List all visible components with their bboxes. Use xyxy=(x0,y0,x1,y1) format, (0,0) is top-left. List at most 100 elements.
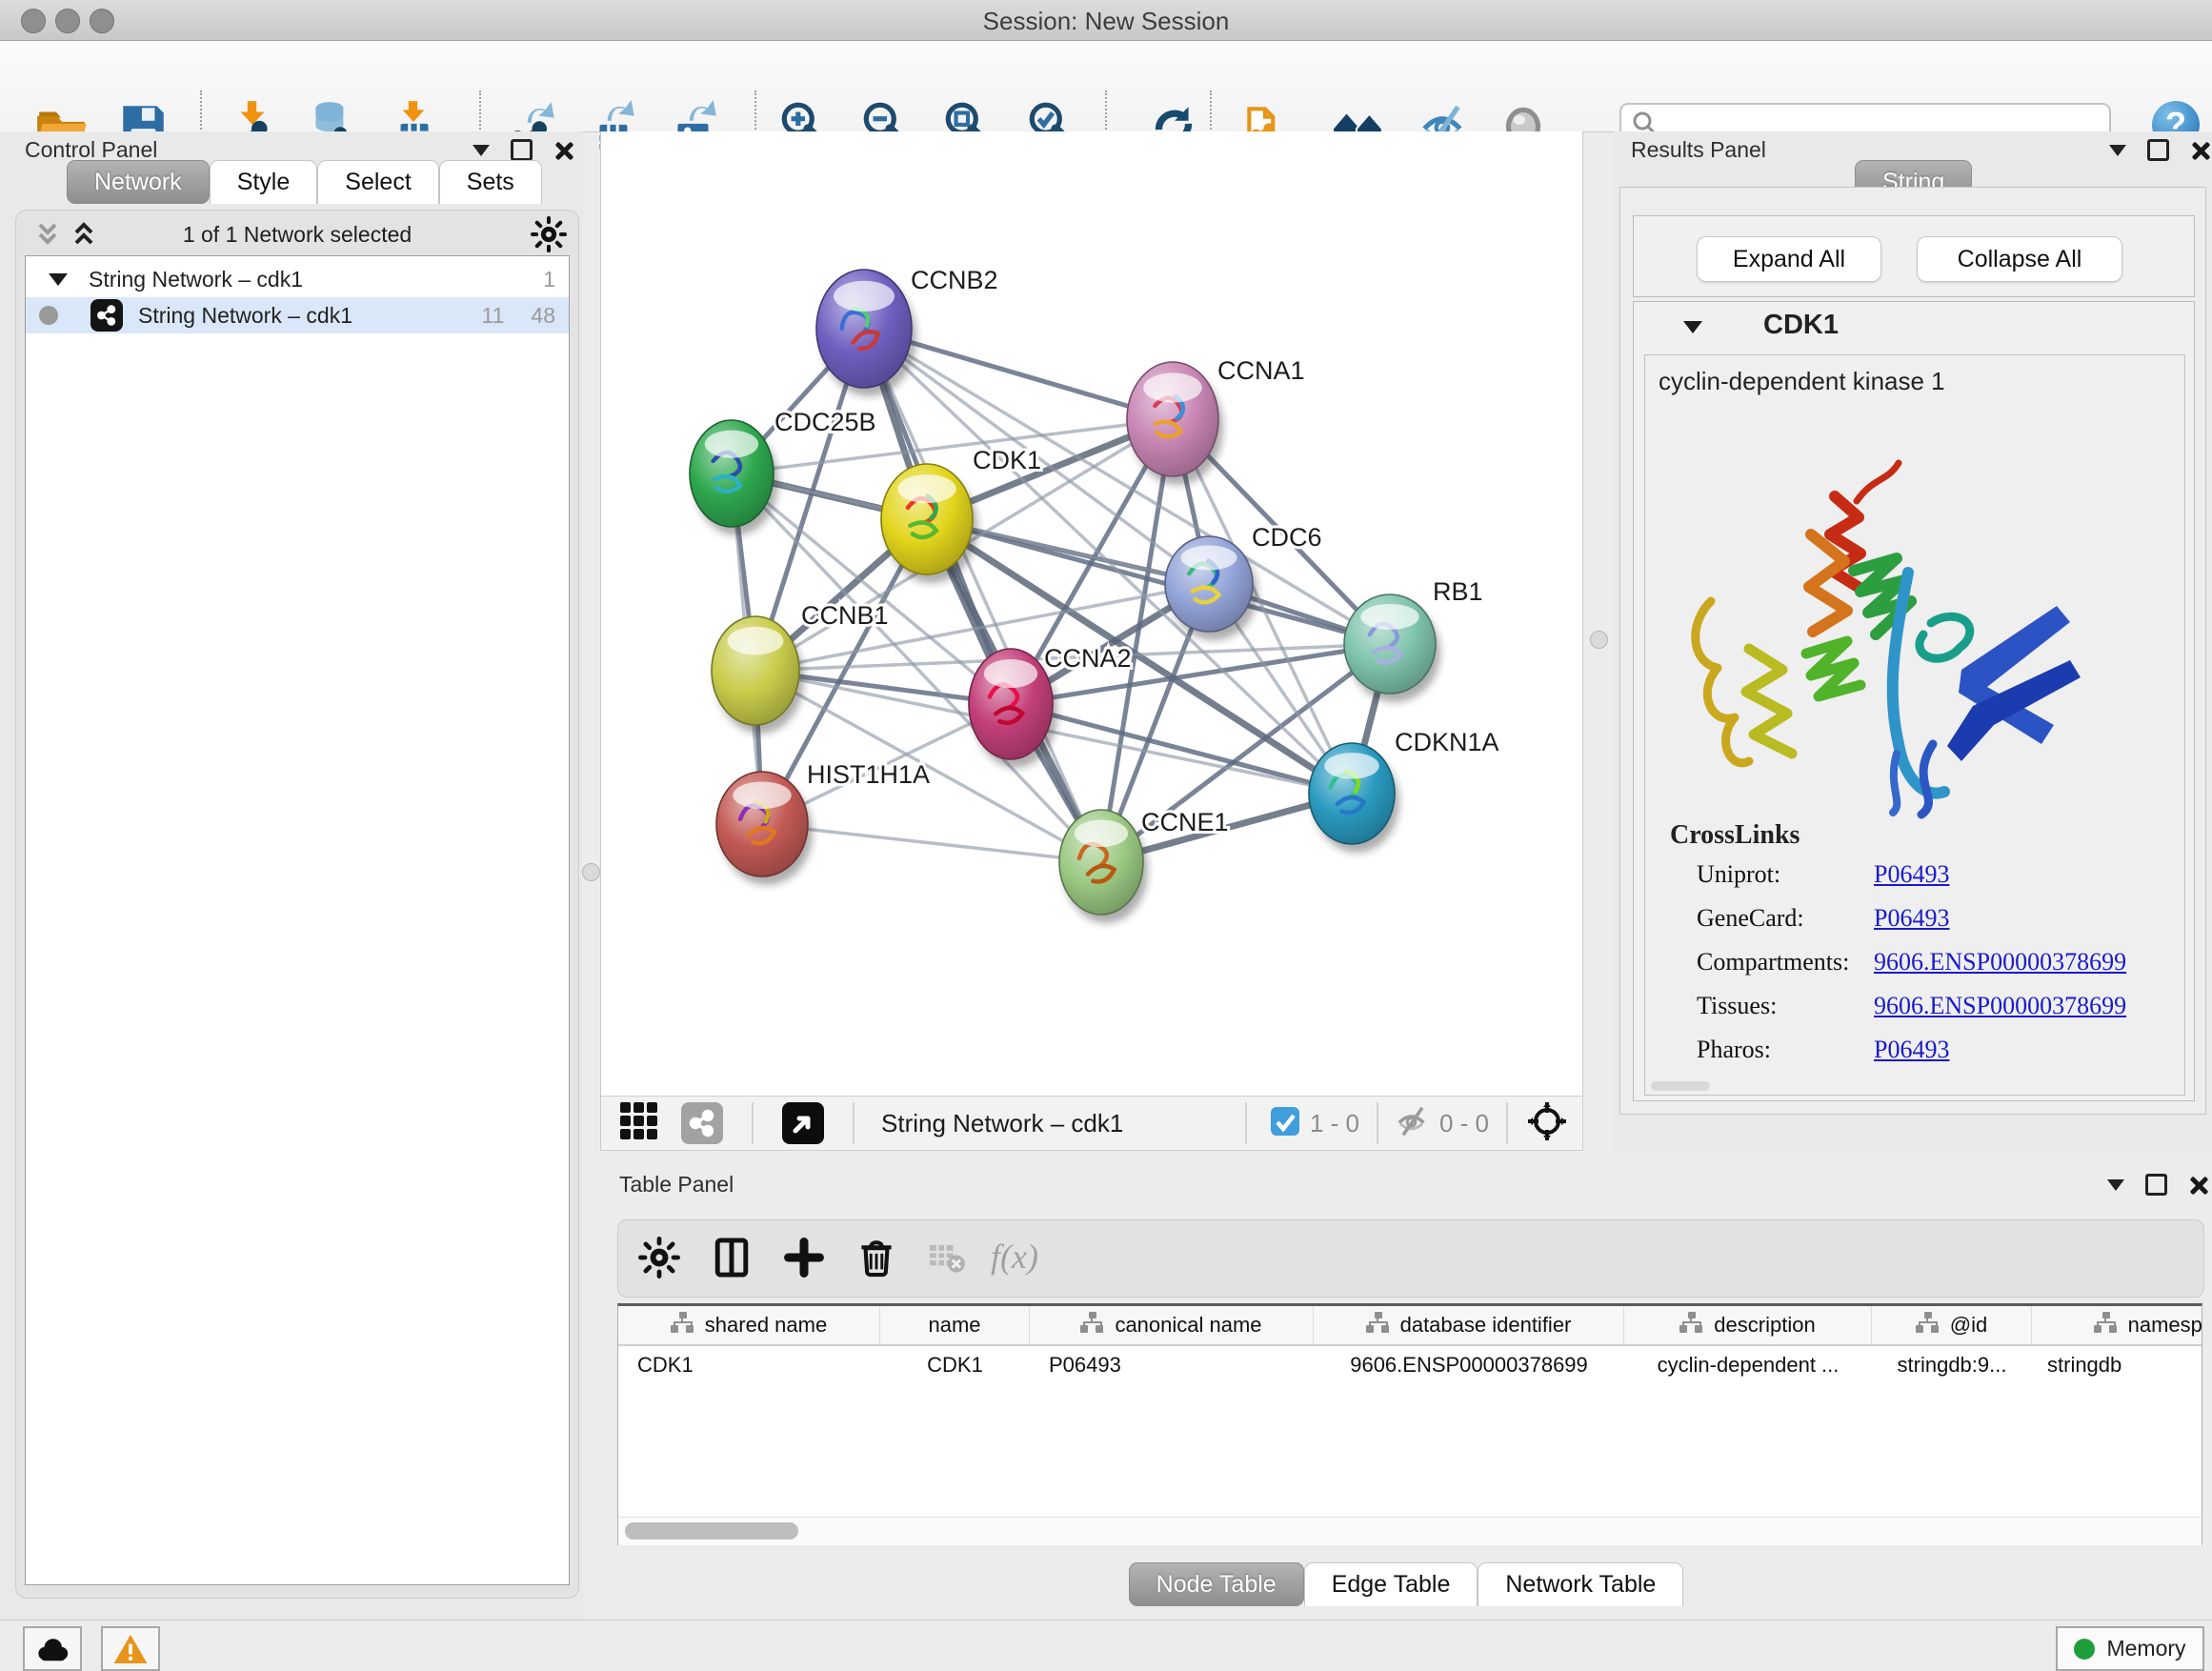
crosslinks-title: CrossLinks xyxy=(1670,820,1800,851)
results-scrollbar[interactable] xyxy=(1651,1081,1710,1091)
tab-select[interactable]: Select xyxy=(317,160,438,204)
delete-table-icon[interactable] xyxy=(918,1231,975,1284)
crosslink-value[interactable]: 9606.ENSP00000378699 xyxy=(1874,992,2126,1019)
table-cell[interactable]: P06493 xyxy=(1030,1346,1314,1384)
tab-network-table[interactable]: Network Table xyxy=(1478,1562,1683,1606)
table-cell[interactable]: stringdb:9... xyxy=(1872,1346,2032,1384)
tab-sets[interactable]: Sets xyxy=(439,160,542,204)
column-header-name[interactable]: name xyxy=(880,1306,1030,1344)
panel-collapse-icon[interactable] xyxy=(2107,1179,2124,1191)
crosslink-value[interactable]: P06493 xyxy=(1874,904,1949,932)
network-node-CCNB2[interactable] xyxy=(816,270,916,396)
crosslink-row: Pharos:P06493 xyxy=(1697,1036,1949,1064)
column-header-label: shared name xyxy=(705,1313,827,1338)
network-node-RB1[interactable] xyxy=(1344,594,1440,702)
panel-close-icon[interactable] xyxy=(2190,141,2209,160)
column-header--id[interactable]: @id xyxy=(1872,1306,2032,1344)
crosslink-value[interactable]: P06493 xyxy=(1874,860,1949,888)
network-node-HIST1H1A[interactable] xyxy=(716,772,813,885)
crosslink-row: Tissues:9606.ENSP00000378699 xyxy=(1697,992,2126,1020)
warning-button[interactable] xyxy=(101,1626,160,1671)
expand-all-button[interactable]: Expand All xyxy=(1697,236,1881,282)
column-header-description[interactable]: description xyxy=(1624,1306,1872,1344)
control-panel-title: Control Panel xyxy=(25,137,157,163)
network-tree-root-row[interactable]: String Network – cdk1 1 xyxy=(26,261,569,297)
node-label: CDC25B xyxy=(774,408,876,436)
network-view-canvas[interactable]: CCNB2CCNA1CDC25BCDK1CDC6RB1CCNB1CCNA2CDK… xyxy=(600,131,1583,1096)
node-count: 11 xyxy=(482,303,505,329)
network-node-CDK1[interactable] xyxy=(881,464,977,583)
table-row[interactable]: CDK1CDK1P064939606.ENSP00000378699cyclin… xyxy=(618,1346,2202,1384)
network-node-CCNE1[interactable] xyxy=(1059,810,1148,923)
column-type-icon xyxy=(1366,1312,1391,1339)
grid-view-icon[interactable] xyxy=(618,1100,660,1147)
node-table[interactable]: shared name name canonical namedatabase id… xyxy=(617,1303,2202,1545)
node-label: CDK1 xyxy=(973,446,1041,474)
column-header-database-identifier[interactable]: database identifier xyxy=(1314,1306,1624,1344)
network-selection-status: 1 of 1 Network selected xyxy=(16,222,578,248)
panel-float-icon[interactable] xyxy=(2145,1174,2167,1196)
control-panel-tabs: NetworkStyleSelectSets xyxy=(67,160,542,204)
network-edge[interactable] xyxy=(762,824,1101,862)
network-node-CCNA1[interactable] xyxy=(1127,362,1223,485)
network-tree-item-row[interactable]: String Network – cdk1 11 48 xyxy=(26,297,569,333)
column-header-label: @id xyxy=(1950,1313,1987,1338)
delete-column-trash-icon[interactable] xyxy=(848,1231,905,1284)
column-type-icon xyxy=(2094,1312,2119,1339)
node-label: CCNB1 xyxy=(801,601,889,630)
selected-checkbox-icon[interactable] xyxy=(1270,1106,1300,1141)
tab-node-table[interactable]: Node Table xyxy=(1129,1562,1304,1606)
panel-close-icon[interactable] xyxy=(553,141,573,160)
table-cell[interactable]: CDK1 xyxy=(618,1346,880,1384)
network-options-gear-icon[interactable] xyxy=(531,216,567,252)
column-header-label: name xyxy=(928,1313,980,1338)
protein-structure-image xyxy=(1659,411,2097,820)
tab-style[interactable]: Style xyxy=(210,160,318,204)
crosslink-label: Compartments: xyxy=(1697,948,1874,976)
section-collapse-icon[interactable] xyxy=(1683,321,1702,333)
network-share-icon[interactable] xyxy=(681,1102,723,1144)
show-columns-icon[interactable] xyxy=(703,1231,760,1284)
collapse-all-button[interactable]: Collapse All xyxy=(1917,236,2122,282)
crosslink-value[interactable]: P06493 xyxy=(1874,1036,1949,1063)
panel-float-icon[interactable] xyxy=(2147,139,2169,161)
network-collection-label: String Network – cdk1 xyxy=(89,267,303,292)
network-node-CDC6[interactable] xyxy=(1165,536,1257,640)
tab-edge-table[interactable]: Edge Table xyxy=(1304,1562,1478,1606)
panel-float-icon[interactable] xyxy=(511,139,533,161)
warning-icon xyxy=(112,1633,149,1665)
fit-selection-crosshair-icon[interactable] xyxy=(1527,1101,1567,1146)
column-header-shared-name[interactable]: shared name xyxy=(618,1306,880,1344)
network-node-CDKN1A[interactable] xyxy=(1309,743,1399,853)
hidden-eye-icon[interactable] xyxy=(1394,1102,1432,1145)
column-header-namespace[interactable]: namespace xyxy=(2032,1306,2202,1344)
add-column-icon[interactable] xyxy=(775,1231,833,1284)
tree-expand-icon[interactable] xyxy=(49,273,68,286)
results-panel-title: Results Panel xyxy=(1631,137,1766,163)
results-splitter-handle[interactable] xyxy=(1590,631,1608,649)
table-cell[interactable]: cyclin-dependent ... xyxy=(1624,1346,1872,1384)
vertical-splitter-handle[interactable] xyxy=(582,863,600,881)
column-type-icon xyxy=(1679,1312,1704,1339)
table-cell[interactable]: stringdb xyxy=(2032,1346,2202,1384)
table-options-gear-icon[interactable] xyxy=(631,1231,688,1284)
panel-collapse-icon[interactable] xyxy=(473,145,490,156)
table-hscrollbar-track[interactable] xyxy=(618,1517,2202,1545)
function-builder-fx[interactable]: f(x) xyxy=(991,1237,1038,1277)
cloud-button[interactable] xyxy=(23,1626,82,1671)
panel-collapse-icon[interactable] xyxy=(2109,145,2126,156)
panel-close-icon[interactable] xyxy=(2188,1176,2207,1195)
hidden-count: 0 - 0 xyxy=(1439,1109,1489,1138)
network-node-CCNB1[interactable] xyxy=(712,616,804,734)
birdseye-view-icon[interactable] xyxy=(782,1102,824,1144)
crosslink-row: Uniprot:P06493 xyxy=(1697,860,1949,889)
memory-button[interactable]: Memory xyxy=(2056,1626,2204,1671)
table-hscrollbar-thumb[interactable] xyxy=(625,1522,798,1540)
crosslink-value[interactable]: 9606.ENSP00000378699 xyxy=(1874,948,2126,976)
tab-network[interactable]: Network xyxy=(67,160,210,204)
table-cell[interactable]: CDK1 xyxy=(880,1346,1030,1384)
memory-label: Memory xyxy=(2106,1636,2185,1661)
crosslink-row: Compartments:9606.ENSP00000378699 xyxy=(1697,948,2126,976)
table-cell[interactable]: 9606.ENSP00000378699 xyxy=(1314,1346,1624,1384)
column-header-canonical-name[interactable]: canonical name xyxy=(1030,1306,1314,1344)
